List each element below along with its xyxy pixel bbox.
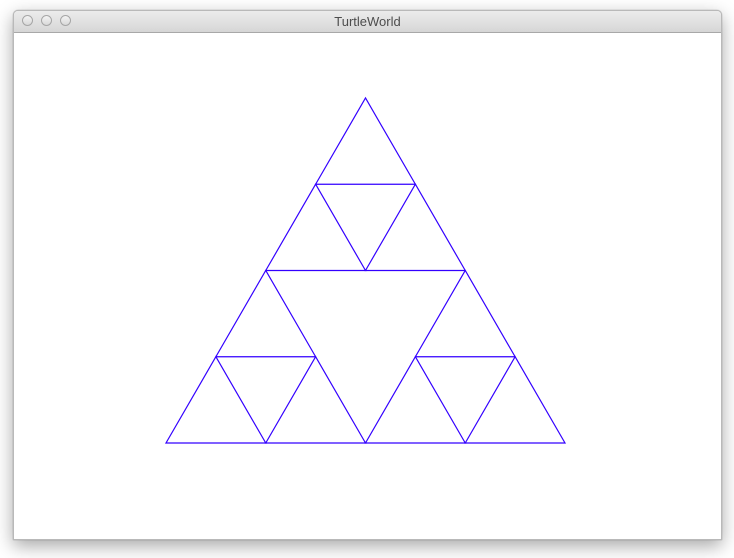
triangle-segment: [264, 355, 367, 444]
triangle-segment: [364, 355, 467, 444]
turtleworld-window: TurtleWorld: [13, 10, 722, 540]
triangle-segment: [164, 355, 267, 444]
triangle-segment: [314, 96, 417, 185]
title-bar[interactable]: TurtleWorld: [14, 11, 721, 33]
triangle-segment: [264, 183, 367, 272]
sierpinski-drawing: [164, 96, 567, 444]
triangle-segment: [214, 269, 317, 358]
turtle-canvas[interactable]: [14, 33, 721, 539]
triangle-segment: [414, 269, 517, 358]
triangle-segment: [464, 355, 567, 444]
window-title: TurtleWorld: [334, 14, 401, 29]
triangle-segment: [364, 183, 467, 272]
